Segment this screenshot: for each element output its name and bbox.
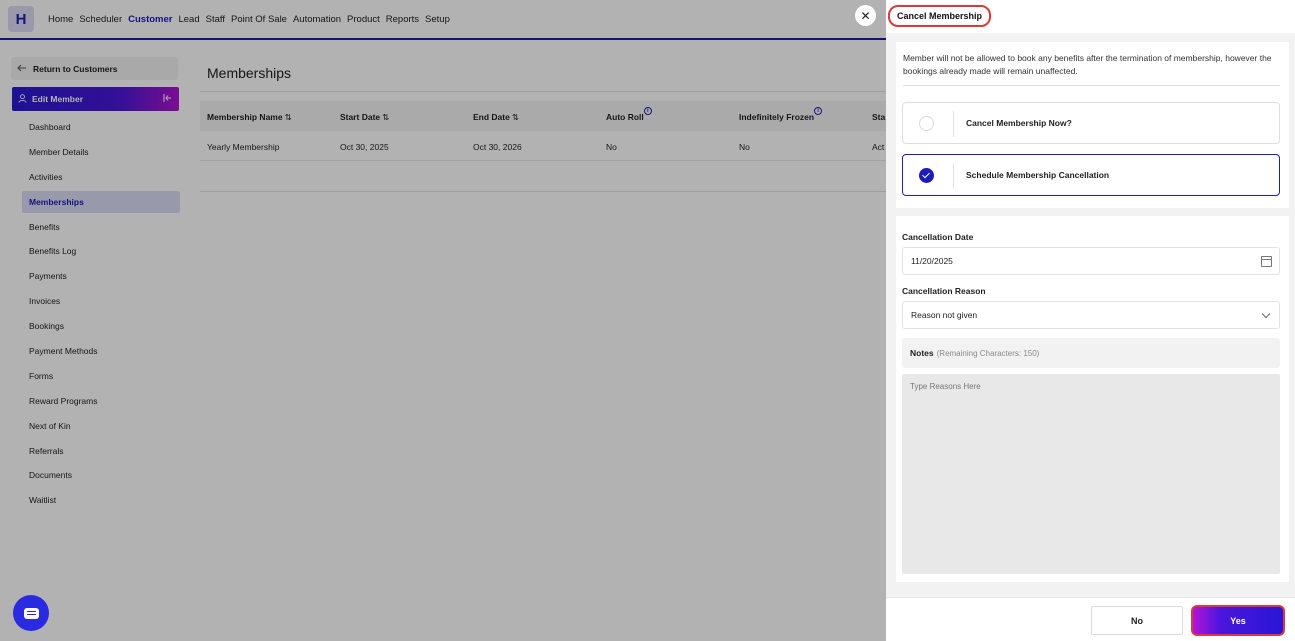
drawer-title: Cancel Membership — [888, 5, 992, 27]
chevron-down-icon — [1261, 309, 1271, 319]
modal-backdrop[interactable] — [0, 0, 886, 641]
option-label: Cancel Membership Now? — [966, 118, 1072, 128]
calendar-icon[interactable] — [1261, 256, 1272, 267]
notice-divider — [903, 85, 1280, 86]
notes-header: Notes (Remaining Characters: 150) — [902, 338, 1280, 368]
radio-button[interactable] — [919, 116, 934, 131]
drawer-header: Cancel Membership — [886, 0, 1295, 33]
cancellation-notice: Member will not be allowed to book any b… — [903, 53, 1272, 76]
option-divider — [953, 111, 954, 137]
cancellation-date-field[interactable]: 11/20/2025 — [902, 247, 1280, 275]
option-schedule-cancellation[interactable]: Schedule Membership Cancellation — [902, 154, 1280, 196]
chat-support-button[interactable] — [13, 595, 49, 631]
option-label: Schedule Membership Cancellation — [966, 170, 1110, 180]
notes-label: Notes — [910, 348, 934, 358]
cancellation-date-value: 11/20/2025 — [911, 256, 953, 266]
chat-icon — [23, 607, 39, 619]
cancellation-reason-label: Cancellation Reason — [902, 286, 986, 296]
close-drawer-button[interactable]: ✕ — [855, 5, 876, 26]
no-button[interactable]: No — [1091, 606, 1183, 635]
cancellation-date-label: Cancellation Date — [902, 232, 974, 242]
close-icon: ✕ — [860, 8, 871, 23]
drawer-footer: No Yes — [886, 597, 1295, 641]
cancellation-reason-select[interactable]: Reason not given — [902, 301, 1280, 329]
radio-checked-icon[interactable] — [919, 168, 934, 183]
option-cancel-now[interactable]: Cancel Membership Now? — [902, 102, 1280, 144]
yes-button[interactable]: Yes — [1191, 605, 1285, 636]
option-divider — [953, 163, 954, 189]
notes-placeholder: Type Reasons Here — [910, 382, 981, 391]
cancellation-details-card: Cancellation Date 11/20/2025 Cancellatio… — [896, 216, 1289, 582]
notes-textarea[interactable]: Type Reasons Here — [902, 374, 1280, 574]
cancel-membership-drawer: Cancel Membership Member will not be all… — [886, 0, 1295, 641]
notes-remaining-count: (Remaining Characters: 150) — [936, 348, 1040, 358]
cancellation-type-card: Member will not be allowed to book any b… — [896, 42, 1289, 208]
cancellation-reason-value: Reason not given — [911, 310, 978, 320]
